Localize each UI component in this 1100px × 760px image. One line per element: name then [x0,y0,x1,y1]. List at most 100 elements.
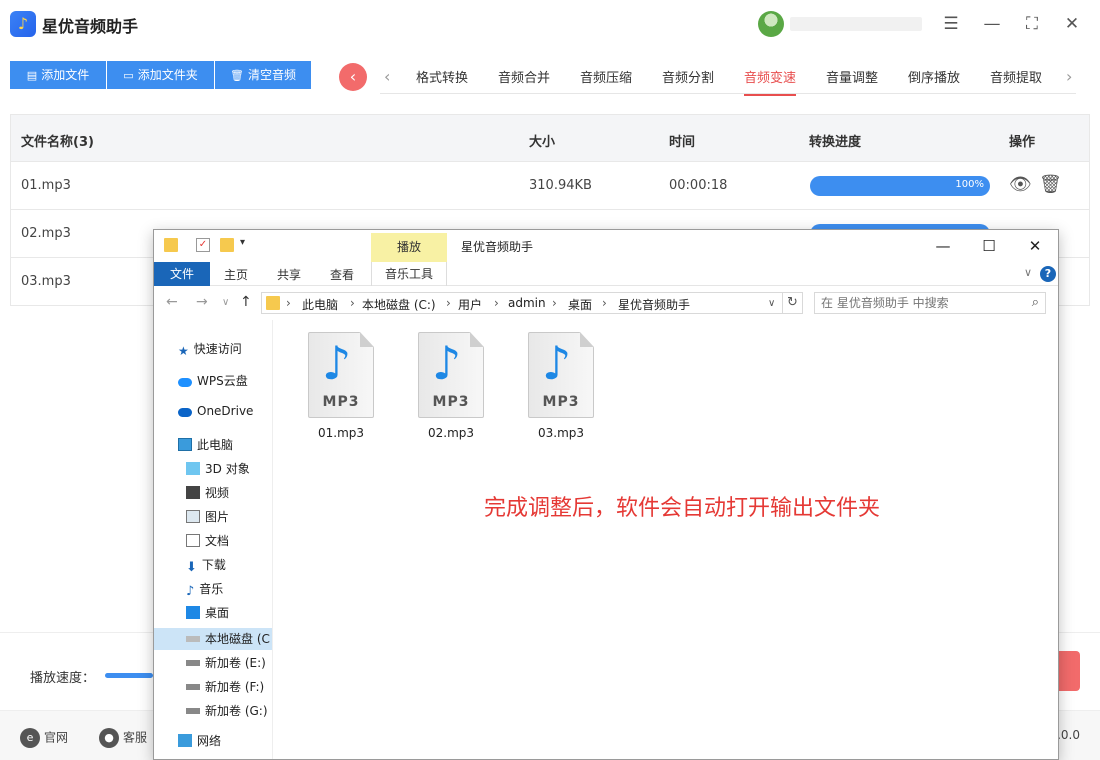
trash-icon: 🗑 [230,69,244,82]
nav-item-network[interactable]: 网络 [178,732,272,754]
ribbon-tab-view[interactable]: 查看 [330,266,354,283]
tab-audio-compress[interactable]: 音频压缩 [580,67,632,86]
maximize-icon[interactable]: ☐ [972,234,1006,258]
ribbon-tab-share[interactable]: 共享 [277,266,301,283]
row-progress-bar: 100% [810,176,990,196]
chat-icon: ● [99,728,119,748]
maximize-icon[interactable]: ⛶ [1020,12,1044,36]
recent-dropdown-icon[interactable]: ∨ [222,297,229,308]
file-name: 03.mp3 [537,426,585,440]
computer-icon [178,438,192,451]
drive-icon [186,660,200,666]
row-filename: 03.mp3 [21,274,71,289]
header-size: 大小 [529,135,556,150]
network-icon [178,734,192,747]
tabs-right-arrow-icon[interactable]: › [1066,67,1072,86]
clear-audio-button[interactable]: 🗑 清空音频 [215,61,311,89]
avatar[interactable] [758,11,784,37]
up-arrow-icon[interactable]: ↑ [240,294,252,310]
tab-audio-extract[interactable]: 音频提取 [990,67,1042,86]
ribbon-tab-file[interactable]: 文件 [154,262,210,286]
download-icon: ⬇ [186,560,197,575]
breadcrumb-item[interactable]: 桌面 [568,296,592,313]
minimize-icon[interactable]: — [926,234,960,258]
nav-item-volume-g[interactable]: 新加卷 (G:) [186,702,272,724]
explorer-titlebar: ✓ ▾ 播放 星优音频助手 — ☐ ✕ [154,230,1058,262]
add-folder-button[interactable]: ▭ 添加文件夹 [107,61,214,89]
nav-item-volume-e[interactable]: 新加卷 (E:) [186,654,272,676]
quick-access-dropdown-icon[interactable]: ▾ [240,237,245,248]
tab-reverse-play[interactable]: 倒序播放 [908,67,960,86]
ribbon-tab-home[interactable]: 主页 [224,266,248,283]
folder-icon: ▭ [123,69,134,82]
nav-item-onedrive[interactable]: OneDrive [178,404,272,426]
nav-item-this-pc[interactable]: 此电脑 [178,436,272,458]
file-name: 01.mp3 [317,426,365,440]
nav-item-local-disk-c[interactable]: 本地磁盘 (C [154,628,272,650]
speed-label: 播放速度： [30,671,96,686]
close-icon[interactable]: ✕ [1060,12,1084,36]
video-icon [186,486,200,499]
speed-slider[interactable] [105,673,153,678]
ie-icon: e [20,728,40,748]
nav-item-desktop[interactable]: 桌面 [186,604,272,626]
nav-item-videos[interactable]: 视频 [186,484,272,506]
new-folder-icon[interactable] [220,238,234,252]
forward-arrow-icon[interactable]: → [196,294,208,310]
address-dropdown-icon[interactable]: ∨ [768,298,775,309]
file-item[interactable]: ♪ MP3 02.mp3 [411,332,491,440]
file-list: ♪ MP3 01.mp3 ♪ MP3 02.mp3 ♪ MP3 03.mp3 完… [274,320,1058,759]
close-icon[interactable]: ✕ [1018,234,1052,258]
table-row: 01.mp3 310.94KB 00:00:18 100% 👁 🗑 [10,162,1090,210]
nav-item-quick-access[interactable]: ★ 快速访问 [178,340,272,362]
table-header: 文件名称(3) 大小 时间 转换进度 操作 [10,114,1090,162]
nav-item-documents[interactable]: 文档 [186,532,272,554]
address-bar[interactable]: › 此电脑 › 本地磁盘 (C:) › 用户 › admin › 桌面 › 星优… [261,292,783,314]
breadcrumb-item[interactable]: 此电脑 [302,296,338,313]
add-file-button[interactable]: ▤ 添加文件 [10,61,106,89]
breadcrumb-item[interactable]: admin [508,296,546,310]
tab-audio-split[interactable]: 音频分割 [662,67,714,86]
search-input[interactable] [821,295,1021,311]
search-icon[interactable]: ⌕ [1032,295,1039,310]
nav-item-wps-cloud[interactable]: WPS云盘 [178,372,272,394]
help-icon[interactable]: ? [1040,266,1056,282]
eye-icon[interactable]: 👁 [1009,174,1032,195]
refresh-icon[interactable]: ↻ [783,292,803,314]
tab-audio-merge[interactable]: 音频合并 [498,67,550,86]
breadcrumb-item[interactable]: 用户 [458,296,482,313]
drive-icon [186,684,200,690]
file-item[interactable]: ♪ MP3 03.mp3 [521,332,601,440]
file-item[interactable]: ♪ MP3 01.mp3 [301,332,381,440]
tab-format-convert[interactable]: 格式转换 [416,67,468,86]
customer-service-link[interactable]: ● 客服 [99,728,147,748]
nav-item-music[interactable]: ♪ 音乐 [186,580,272,602]
official-site-link[interactable]: e 官网 [20,728,68,748]
cube-icon [186,462,200,475]
nav-item-3d-objects[interactable]: 3D 对象 [186,460,272,482]
nav-item-volume-f[interactable]: 新加卷 (F:) [186,678,272,700]
ribbon-tab-music-tools[interactable]: 音乐工具 [371,262,447,286]
start-button[interactable] [1058,651,1080,691]
delete-icon[interactable]: 🗑 [1039,174,1062,195]
breadcrumb-item[interactable]: 星优音频助手 [618,296,690,313]
folder-icon [266,296,280,310]
ribbon-context-play[interactable]: 播放 [371,233,447,262]
breadcrumb-item[interactable]: 本地磁盘 (C:) [362,296,436,313]
back-circle-button[interactable]: ‹ [339,63,367,91]
mp3-file-icon: ♪ MP3 [528,332,594,418]
expand-ribbon-icon[interactable]: ∨ [1024,266,1032,279]
tab-volume-adjust[interactable]: 音量调整 [826,67,878,86]
tab-audio-speed[interactable]: 音频变速 [744,67,797,96]
minimize-icon[interactable]: — [980,12,1004,36]
properties-icon[interactable]: ✓ [196,238,210,252]
function-tabs: ‹ 格式转换 音频合并 音频压缩 音频分割 音频变速 音量调整 倒序播放 音频提… [380,60,1076,96]
back-arrow-icon[interactable]: ← [166,294,178,310]
tabs-left-arrow-icon[interactable]: ‹ [384,67,390,86]
nav-item-pictures[interactable]: 图片 [186,508,272,530]
app-titlebar: ♪ 星优音频助手 ☰ — ⛶ ✕ [0,0,1100,48]
settings-icon[interactable]: ☰ [939,12,963,36]
desktop-icon [186,606,200,619]
nav-item-downloads[interactable]: ⬇ 下载 [186,556,272,578]
file-icon: ▤ [26,69,38,82]
